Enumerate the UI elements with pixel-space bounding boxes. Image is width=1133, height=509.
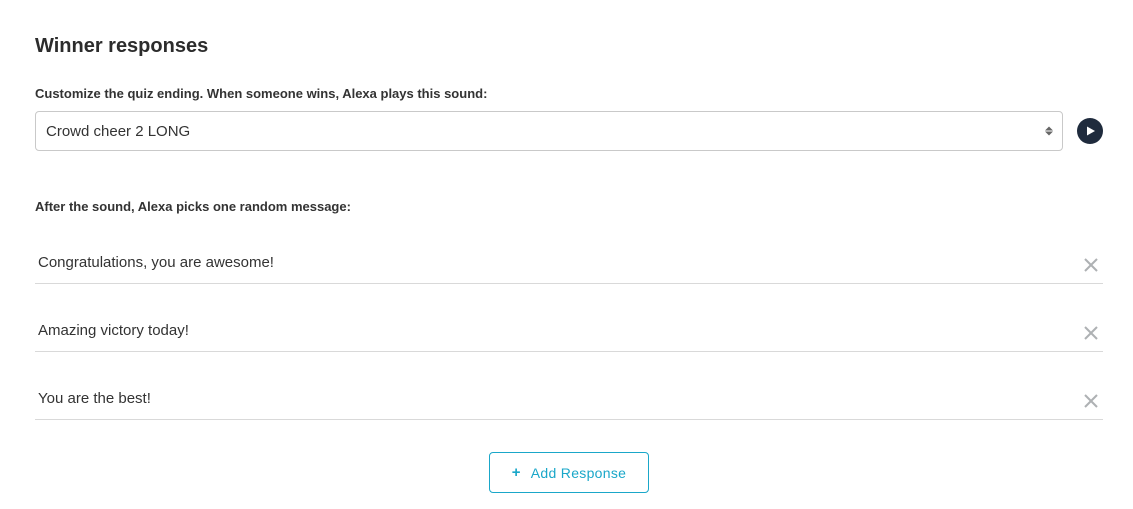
sound-row: Crowd cheer 2 LONG (35, 111, 1103, 151)
sound-select[interactable]: Crowd cheer 2 LONG (35, 111, 1063, 151)
plus-icon: + (512, 464, 521, 481)
response-row (35, 248, 1103, 284)
play-sound-button[interactable] (1077, 118, 1103, 144)
response-row (35, 316, 1103, 352)
sound-label: Customize the quiz ending. When someone … (35, 86, 1103, 101)
response-input[interactable] (35, 248, 1079, 281)
close-icon (1083, 257, 1099, 273)
responses-list (35, 248, 1103, 420)
close-icon (1083, 325, 1099, 341)
remove-response-button[interactable] (1079, 321, 1103, 345)
response-input[interactable] (35, 316, 1079, 349)
message-label: After the sound, Alexa picks one random … (35, 199, 1103, 214)
add-response-label: Add Response (531, 465, 626, 481)
play-icon (1084, 125, 1096, 137)
add-response-row: + Add Response (35, 452, 1103, 493)
close-icon (1083, 393, 1099, 409)
add-response-button[interactable]: + Add Response (489, 452, 650, 493)
sound-select-wrap: Crowd cheer 2 LONG (35, 111, 1063, 151)
section-title: Winner responses (35, 35, 1103, 58)
response-input[interactable] (35, 384, 1079, 417)
response-row (35, 384, 1103, 420)
remove-response-button[interactable] (1079, 253, 1103, 277)
remove-response-button[interactable] (1079, 389, 1103, 413)
